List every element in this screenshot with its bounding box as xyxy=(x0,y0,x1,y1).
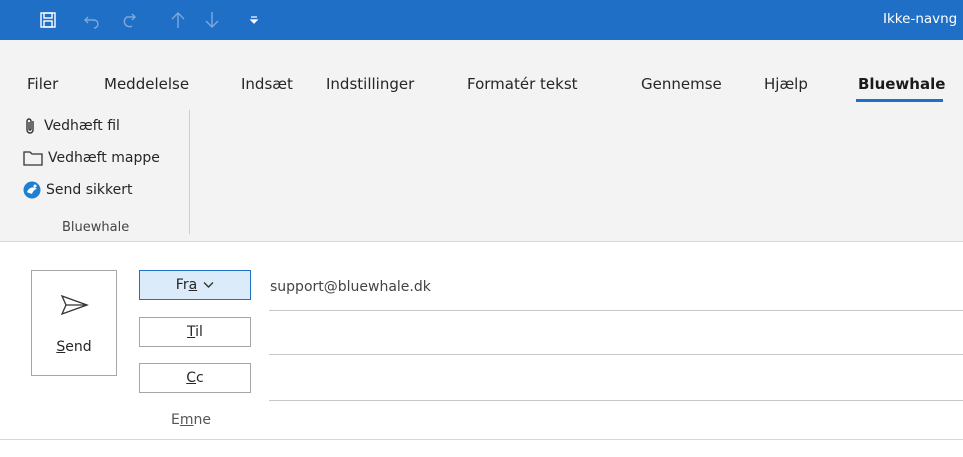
chevron-down-icon xyxy=(203,282,214,288)
from-button[interactable]: Fra xyxy=(139,270,251,300)
tab-filer[interactable]: Filer xyxy=(27,75,58,93)
save-icon[interactable] xyxy=(36,8,60,32)
tab-bluewhale[interactable]: Bluewhale xyxy=(858,75,945,93)
attach-folder-button[interactable]: Vedhæft mappe xyxy=(22,147,160,169)
ribbon-group-label: Bluewhale xyxy=(62,220,130,235)
to-button-label: Til xyxy=(187,324,203,340)
tab-indstillinger[interactable]: Indstillinger xyxy=(326,75,414,93)
to-button[interactable]: Til xyxy=(139,317,251,347)
tab-gennemse[interactable]: Gennemse xyxy=(641,75,722,93)
attach-folder-label: Vedhæft mappe xyxy=(48,150,160,166)
tab-indsaet[interactable]: Indsæt xyxy=(241,75,293,93)
subject-field-line xyxy=(0,439,963,440)
redo-icon[interactable] xyxy=(116,8,140,32)
send-secure-button[interactable]: Send sikkert xyxy=(22,179,132,201)
from-button-label: Fra xyxy=(175,277,198,293)
cc-button-label: Cc xyxy=(186,370,204,386)
ribbon: Vedhæft fil Vedhæft mappe Send sikkert B… xyxy=(0,102,963,242)
cc-field[interactable] xyxy=(270,368,960,398)
cc-field-line xyxy=(269,400,963,401)
window-title: Ikke-navng xyxy=(883,11,958,27)
send-icon xyxy=(60,294,89,316)
to-field[interactable] xyxy=(270,322,960,352)
from-field-line xyxy=(269,310,963,311)
send-label: Send xyxy=(56,339,92,355)
arrow-up-icon[interactable] xyxy=(166,8,190,32)
subject-field[interactable] xyxy=(270,407,960,435)
from-value: support@bluewhale.dk xyxy=(270,279,431,295)
cc-button[interactable]: Cc xyxy=(139,363,251,393)
ribbon-separator xyxy=(189,110,190,234)
paperclip-icon xyxy=(26,118,34,134)
tab-meddelelse[interactable]: Meddelelse xyxy=(104,75,189,93)
arrow-down-icon[interactable] xyxy=(200,8,224,32)
title-bar: Ikke-navng xyxy=(0,0,963,40)
attach-file-button[interactable]: Vedhæft fil xyxy=(22,115,120,137)
tab-hjaelp[interactable]: Hjælp xyxy=(764,75,808,93)
send-button[interactable]: Send xyxy=(31,270,117,376)
to-field-line xyxy=(269,354,963,355)
bluewhale-icon xyxy=(23,181,41,199)
customize-icon[interactable] xyxy=(242,8,266,32)
send-secure-label: Send sikkert xyxy=(46,182,133,198)
attach-file-label: Vedhæft fil xyxy=(44,118,120,134)
folder-icon xyxy=(23,151,43,166)
subject-label: Emne xyxy=(171,412,211,428)
undo-icon[interactable] xyxy=(80,8,104,32)
tab-formater-tekst[interactable]: Formatér tekst xyxy=(467,75,578,93)
